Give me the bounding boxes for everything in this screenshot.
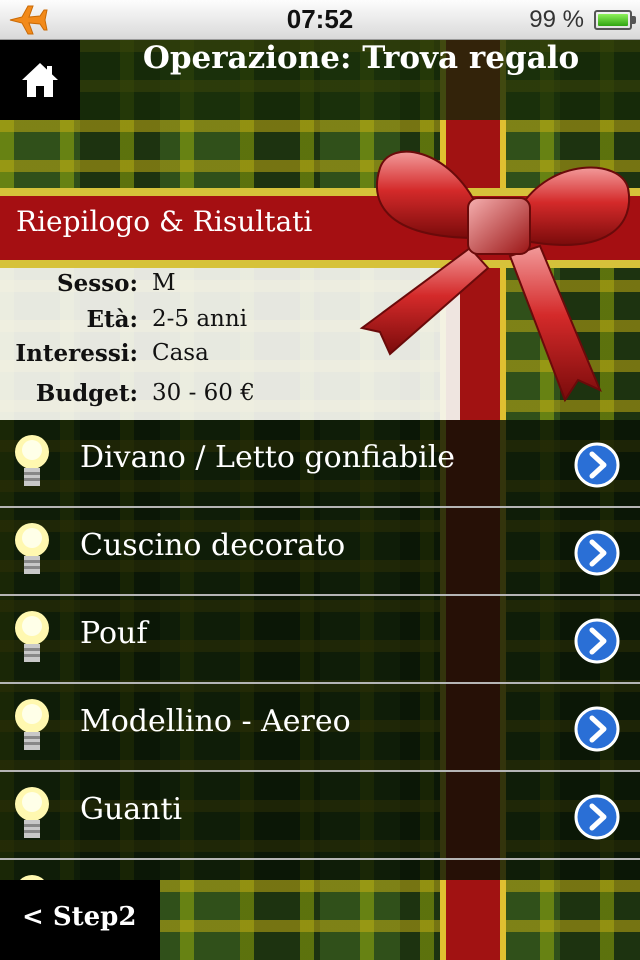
summary-label: Budget:: [35, 380, 138, 407]
battery-icon: [594, 10, 636, 30]
lightbulb-icon: [15, 523, 49, 574]
chevron-right-icon[interactable]: [574, 442, 620, 488]
list-item[interactable]: [0, 860, 640, 880]
summary-value: 2-5 anni: [152, 306, 248, 332]
summary-label: Sesso:: [57, 270, 138, 297]
summary-value: 30 - 60 €: [152, 380, 255, 406]
status-bar: 07:52 99 %: [0, 0, 640, 40]
result-label: Cuscino decorato: [80, 528, 346, 563]
summary-label: Interessi:: [15, 340, 138, 367]
lightbulb-icon: [15, 435, 49, 486]
chevron-right-icon[interactable]: [574, 706, 620, 752]
summary-value: M: [152, 270, 176, 296]
list-item[interactable]: Modellino - Aereo: [0, 684, 640, 772]
result-label: Divano / Letto gonfiabile: [80, 440, 456, 475]
list-item[interactable]: Pouf: [0, 596, 640, 684]
lightbulb-icon: [15, 787, 49, 838]
lightbulb-icon: [15, 611, 49, 662]
list-item[interactable]: Divano / Letto gonfiabile: [0, 420, 640, 508]
result-label: Pouf: [80, 616, 148, 651]
battery-level-fill: [598, 14, 628, 26]
results-list: Divano / Letto gonfiabile Cuscino decora…: [0, 420, 640, 880]
ribbon-bow-image: [359, 150, 630, 403]
summary-label: Età:: [86, 306, 138, 333]
home-button[interactable]: [0, 40, 80, 120]
chevron-right-icon[interactable]: [574, 618, 620, 664]
battery-percent: 99 %: [529, 6, 584, 33]
lightbulb-icon: [19, 875, 45, 880]
list-item[interactable]: Guanti: [0, 772, 640, 860]
summary-value: Casa: [152, 340, 209, 366]
result-label: Modellino - Aereo: [80, 704, 351, 739]
home-icon: [22, 63, 58, 97]
back-button-label: < Step2: [22, 902, 137, 932]
chevron-right-icon[interactable]: [574, 794, 620, 840]
list-item[interactable]: Cuscino decorato: [0, 508, 640, 596]
lightbulb-icon: [15, 699, 49, 750]
section-title: Riepilogo & Risultati: [16, 205, 313, 238]
result-label: Guanti: [80, 792, 183, 827]
chevron-right-icon[interactable]: [574, 530, 620, 576]
page-title: Operazione: Trova regalo: [142, 40, 580, 76]
